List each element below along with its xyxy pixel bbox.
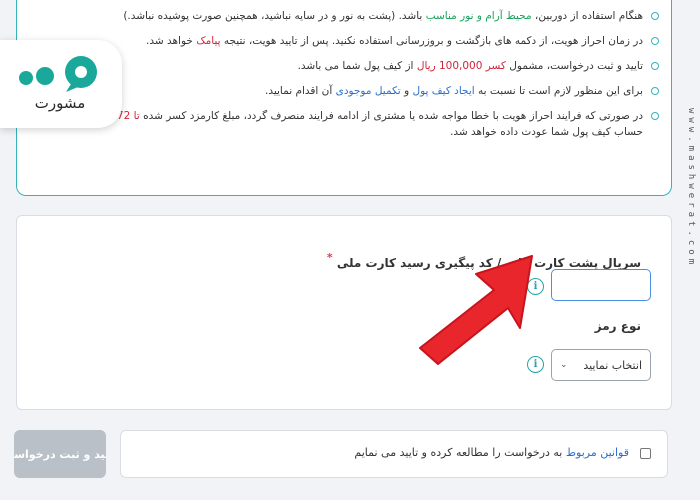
instruction-highlight: پیامک xyxy=(196,35,221,47)
instruction-item: در صورتی که فرایند احراز هویت با خطا موا… xyxy=(61,108,661,140)
password-type-selected-value: انتخاب نمایید xyxy=(583,358,642,372)
instruction-item: هنگام استفاده از دوربین، محیط آرام و نور… xyxy=(61,8,661,24)
terms-agreement: قوانین مربوط به درخواست را مطالعه کرده و… xyxy=(120,430,668,478)
instruction-highlight: کسر 100,000 ریال xyxy=(416,60,506,72)
instruction-text: برای این منظور لازم است تا نسبت به xyxy=(474,85,643,97)
password-type-label: نوع رمز xyxy=(594,319,641,333)
instruction-highlight: تکمیل موجودی xyxy=(335,85,401,97)
instruction-item: در زمان احراز هویت، از دکمه های بازگشت و… xyxy=(61,33,661,49)
instruction-item: تایید و ثبت درخواست، مشمول کسر 100,000 ر… xyxy=(61,58,661,74)
speech-bubble-logo-icon xyxy=(19,56,97,92)
instruction-text: تایید و ثبت درخواست، مشمول xyxy=(505,60,643,72)
terms-checkbox[interactable] xyxy=(640,448,651,459)
password-type-select[interactable]: ⌄ انتخاب نمایید xyxy=(551,349,651,381)
instruction-text: باشد. (پشت به نور و در سایه نباشید، همچن… xyxy=(123,10,426,22)
instruction-text: در صورتی که فرایند احراز هویت با خطا موا… xyxy=(139,110,643,122)
terms-text: قوانین مربوط به درخواست را مطالعه کرده و… xyxy=(354,446,629,459)
instruction-text: خواهد شد. xyxy=(146,35,197,47)
submit-request-button[interactable]: تایید و ثبت درخواست xyxy=(14,430,106,478)
terms-rest-text: به درخواست را مطالعه کرده و تایید می نما… xyxy=(354,446,566,459)
site-watermark: www.mashwerat.com xyxy=(686,108,696,269)
identity-verification-page: هنگام استفاده از دوربین، محیط آرام و نور… xyxy=(0,0,700,500)
terms-link[interactable]: قوانین مربوط xyxy=(566,446,629,459)
instruction-highlight: ایجاد کیف پول xyxy=(412,85,475,97)
chevron-down-icon: ⌄ xyxy=(560,360,568,370)
instruction-text: هنگام استفاده از دوربین، xyxy=(531,10,643,22)
serial-input[interactable] xyxy=(551,269,651,301)
instruction-item: برای این منظور لازم است تا نسبت به ایجاد… xyxy=(61,83,661,99)
instruction-text: در زمان احراز هویت، از دکمه های بازگشت و… xyxy=(220,35,643,47)
logo-wordmark: مشورت xyxy=(34,94,86,112)
instructions-list: هنگام استفاده از دوربین، محیط آرام و نور… xyxy=(61,8,661,149)
instruction-text: و xyxy=(400,85,413,97)
mashwerat-logo: مشورت xyxy=(0,40,122,128)
instruction-highlight: محیط آرام و نور مناسب xyxy=(425,10,532,22)
form-card: سریال پشت کارت ملی / کد پیگیری رسید کارت… xyxy=(16,215,672,410)
required-star: * xyxy=(326,251,333,264)
instruction-text: از کیف پول شما می باشد. xyxy=(297,60,417,72)
red-arrow-icon xyxy=(419,255,533,365)
instruction-text: آن اقدام نمایید. xyxy=(264,85,336,97)
